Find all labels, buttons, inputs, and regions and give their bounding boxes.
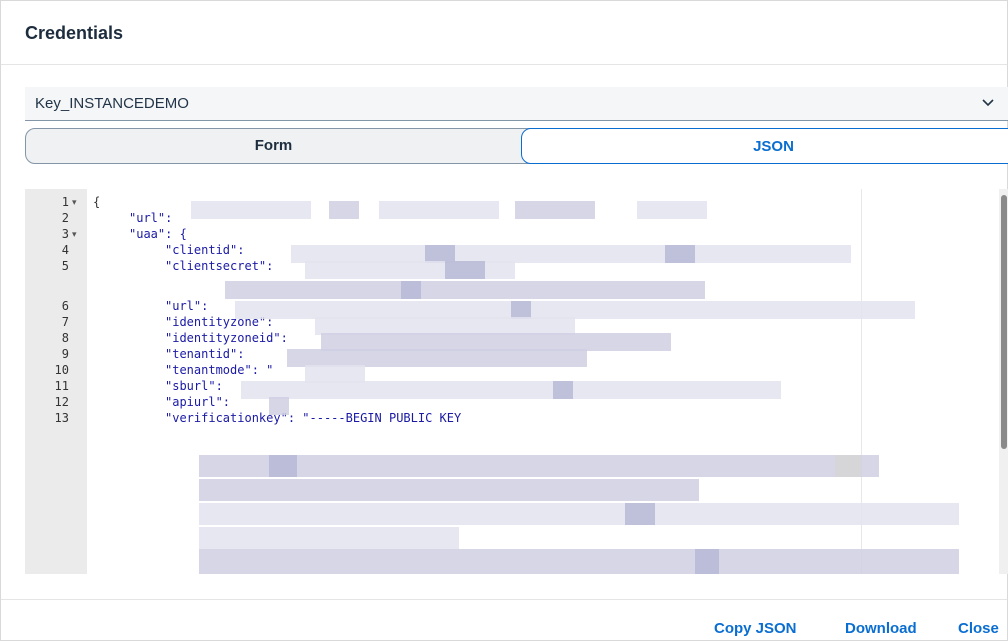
redacted-value xyxy=(191,201,311,219)
dialog-title: Credentials xyxy=(25,23,124,43)
redacted-value xyxy=(625,503,655,525)
line-number: 3 xyxy=(61,227,69,241)
line-number: 4 xyxy=(61,243,69,257)
redacted-value xyxy=(225,281,705,299)
redacted-value xyxy=(269,455,297,477)
redacted-value xyxy=(199,527,459,549)
redacted-value xyxy=(637,201,707,219)
line-number: 6 xyxy=(61,299,69,313)
code-line: "tenantmode": " xyxy=(165,363,274,377)
line-number: 2 xyxy=(61,211,69,225)
json-editor[interactable]: 1 ▾ 2 3 ▾ 4 5 6 7 8 9 10 11 12 13 { "url… xyxy=(25,189,1008,574)
code-line: "verificationkey": "-----BEGIN PUBLIC KE… xyxy=(165,411,462,425)
line-number: 10 xyxy=(54,363,69,377)
redacted-value xyxy=(401,281,421,299)
download-button[interactable]: Download xyxy=(845,620,917,637)
copy-json-button[interactable]: Copy JSON xyxy=(714,620,797,637)
redacted-value xyxy=(835,455,861,477)
code-line: { xyxy=(93,195,101,209)
line-number: 13 xyxy=(54,411,69,425)
code-line: "clientid": xyxy=(165,243,245,257)
redacted-value xyxy=(379,201,499,219)
code-line: "url": xyxy=(129,211,173,225)
redacted-value xyxy=(553,381,573,399)
redacted-value xyxy=(695,549,719,574)
redacted-value xyxy=(199,455,879,477)
key-select-value: Key_INSTANCEDEMO xyxy=(35,95,189,112)
redacted-value xyxy=(665,245,695,263)
chevron-down-icon xyxy=(982,99,994,107)
line-number: 12 xyxy=(54,395,69,409)
line-number: 9 xyxy=(61,347,69,361)
close-button[interactable]: Close xyxy=(958,620,999,637)
scrollbar-thumb[interactable] xyxy=(1001,195,1007,449)
redacted-value xyxy=(199,549,959,574)
redacted-value xyxy=(445,261,485,279)
line-number: 7 xyxy=(61,315,69,329)
redacted-value xyxy=(515,201,595,219)
redacted-value xyxy=(329,201,359,219)
redacted-value xyxy=(199,479,699,501)
key-select[interactable]: Key_INSTANCEDEMO xyxy=(25,87,1008,121)
redacted-value xyxy=(269,397,289,415)
code-line: "uaa": { xyxy=(129,227,187,241)
code-line: "url": xyxy=(165,299,209,313)
tab-form[interactable]: Form xyxy=(26,129,521,163)
line-number: 5 xyxy=(61,259,69,273)
line-number: 1 xyxy=(61,195,69,209)
fold-arrow-icon[interactable]: ▾ xyxy=(72,197,77,208)
editor-scrollbar[interactable] xyxy=(999,189,1008,574)
dialog-footer: Copy JSON Download Close xyxy=(1,599,1007,642)
redacted-value xyxy=(241,381,781,399)
redacted-value xyxy=(199,503,959,525)
code-line: "apiurl": xyxy=(165,395,231,409)
tab-json[interactable]: JSON xyxy=(521,128,1008,164)
fold-arrow-icon[interactable]: ▾ xyxy=(72,229,77,240)
code-line: "identityzoneid": xyxy=(165,331,288,345)
code-line: "sburl": xyxy=(165,379,223,393)
line-number: 11 xyxy=(54,379,69,393)
code-line: "tenantid": xyxy=(165,347,245,361)
line-number: 8 xyxy=(61,331,69,345)
dialog-header: Credentials xyxy=(1,1,1007,65)
code-line: "clientsecret": xyxy=(165,259,274,273)
credentials-dialog: Credentials Key_INSTANCEDEMO Form JSON 1… xyxy=(0,0,1008,641)
view-switch: Form JSON xyxy=(25,128,1008,164)
